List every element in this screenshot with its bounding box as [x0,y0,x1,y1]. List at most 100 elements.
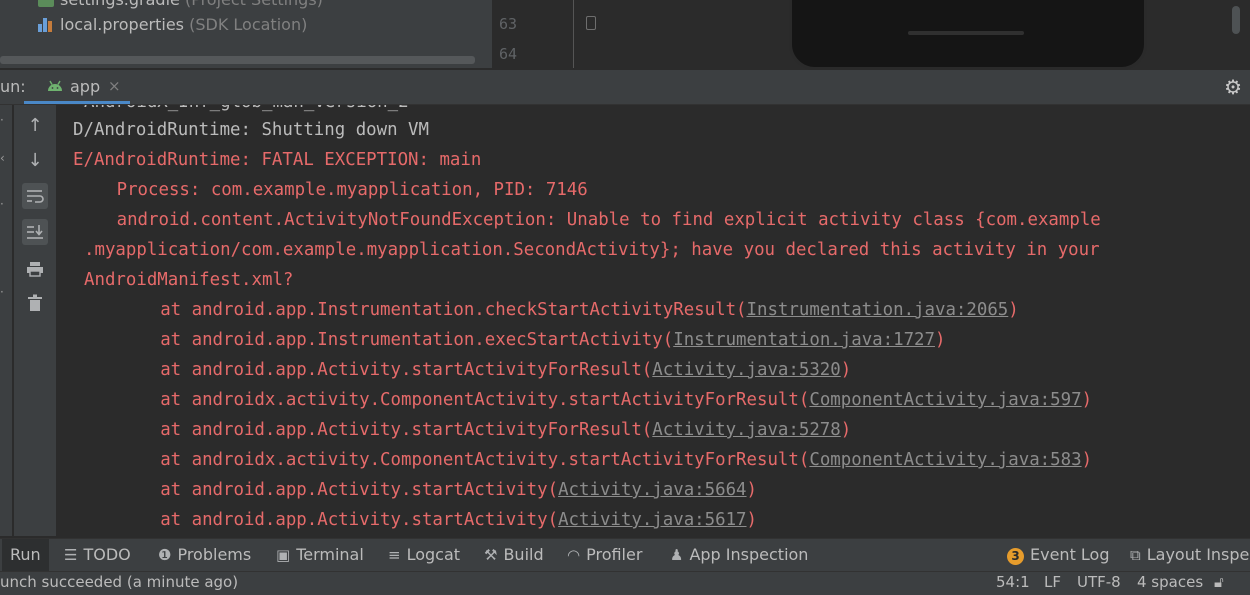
fold-marker-icon[interactable] [586,16,596,30]
line-number: 63 [499,15,518,33]
tree-item-local-properties[interactable]: local.properties (SDK Location) [38,13,307,37]
tool-tab-label: Layout Inspec [1146,545,1250,564]
stack-trace-line: at android.app.Instrumentation.execStart… [160,325,945,355]
file-encoding[interactable]: UTF-8 [1077,573,1121,591]
stack-trace-line: at android.app.Activity.startActivity(Ac… [160,475,757,505]
tool-tab-label: Logcat [406,545,461,564]
console-line: E/AndroidRuntime: FATAL EXCEPTION: main [73,145,481,175]
info-icon: ❶ [158,546,172,564]
tool-tab-profiler[interactable]: ◠ Profiler [567,539,642,571]
strip-mark-icon[interactable]: ‹ [0,151,7,167]
source-link[interactable]: ComponentActivity.java:597 [809,390,1081,410]
project-tree: settings.gradle (Project Settings) local… [0,0,492,68]
source-link[interactable]: Activity.java:5664 [558,480,746,500]
console-text: at android.app.Activity.startActivity( [160,480,559,500]
console-text: E/AndroidRuntime: FATAL EXCEPTION: main [73,150,482,170]
tool-tab-label: Event Log [1030,545,1110,564]
tab-app-label: app [70,77,101,96]
source-link[interactable]: Instrumentation.java:2065 [747,300,1009,320]
editor-pane[interactable]: 63 64 [493,0,1250,70]
scroll-to-end-icon[interactable] [22,219,48,245]
tool-tab-build[interactable]: ⚒ Build [484,539,544,571]
inspection-icon: ♟ [670,546,684,564]
tool-tab-label: Profiler [586,545,643,564]
device-speaker [908,31,1024,35]
strip-mark-icon[interactable]: · [0,285,7,301]
tool-window-bar: Run ☰ TODO ❶ Problems ▣ Terminal ≡ Logcat ⚒ B… [0,538,1250,571]
terminal-icon: ▣ [276,546,291,564]
tree-item-name: settings.gradle [60,0,180,9]
tree-item-settings-gradle[interactable]: settings.gradle (Project Settings) [38,0,323,12]
console-text: at android.app.Instrumentation.execStart… [160,330,674,350]
strip-mark-icon[interactable]: · [0,197,7,213]
tab-app[interactable]: app × [24,70,130,104]
tool-tab-label: Build [503,545,544,564]
soft-wrap-icon[interactable] [22,183,48,209]
indent-setting[interactable]: 4 spaces [1137,573,1203,591]
console-line: .myapplication/com.example.myapplication… [84,235,1100,265]
tool-tab-label: TODO [83,545,131,564]
close-icon[interactable]: × [108,77,121,95]
console-text: ) [746,510,758,530]
lock-icon[interactable]: 🔓︎ [1214,573,1224,591]
console-text: ) [1081,390,1093,410]
run-label: un: [0,77,26,96]
source-link[interactable]: Instrumentation.java:1727 [673,330,935,350]
properties-file-icon [38,16,54,32]
tool-tab-label: Problems [177,545,252,564]
hammer-icon: ⚒ [484,546,498,564]
console-line: D/AndroidRuntime: Shutting down VM [73,115,429,145]
gear-icon[interactable]: ⚙ [1224,75,1242,99]
console-output[interactable]: AndroidX_Inf_glob_man_version_2 D/Androi… [58,105,1250,536]
tree-item-name: local.properties [60,15,185,34]
line-separator[interactable]: LF [1044,573,1061,591]
logcat-icon: ≡ [388,546,401,564]
console-text: Process: com.example.myapplication, PID:… [116,180,588,200]
horizontal-scrollbar[interactable] [0,56,475,64]
vertical-scrollbar[interactable] [1232,6,1240,34]
tool-tab-label: App Inspection [689,545,809,564]
tool-tab-terminal[interactable]: ▣ Terminal [276,539,364,571]
side-strip: · ‹ · · [0,105,12,536]
stack-trace-line: at android.app.Activity.startActivityFor… [160,355,851,385]
console-text: ) [840,360,852,380]
source-link[interactable]: Activity.java:5320 [652,360,840,380]
console-text: at android.app.Instrumentation.checkStar… [160,300,747,320]
tool-tab-logcat[interactable]: ≡ Logcat [388,539,460,571]
status-message[interactable]: unch succeeded (a minute ago) [0,573,238,591]
console-text: at android.app.Activity.startActivityFor… [160,360,653,380]
source-link[interactable]: ComponentActivity.java:583 [809,450,1081,470]
tool-tab-problems[interactable]: ❶ Problems [158,539,251,571]
strip-mark-icon[interactable]: · [0,113,7,129]
console-text: AndroidManifest.xml? [84,270,294,290]
console-text: android.content.ActivityNotFoundExceptio… [116,210,1101,230]
console-text: ) [746,480,758,500]
line-number: 64 [499,45,518,63]
tool-tab-layout-inspector[interactable]: ⧉ Layout Inspec [1130,539,1250,571]
caret-position[interactable]: 54:1 [996,573,1030,591]
console-text: ) [1081,450,1093,470]
tool-tab-event-log[interactable]: 3 Event Log [1007,539,1110,571]
arrow-up-icon[interactable]: ↑ [22,113,48,139]
gradle-file-icon [38,0,54,7]
tool-tab-todo[interactable]: ☰ TODO [64,539,131,571]
tree-item-hint: (Project Settings) [185,0,323,9]
arrow-down-icon[interactable]: ↓ [22,148,48,174]
source-link[interactable]: Activity.java:5617 [558,510,746,530]
event-count-badge: 3 [1007,548,1024,565]
trash-icon[interactable] [22,290,48,316]
tool-tab-label: Run [10,545,41,564]
print-icon[interactable] [22,256,48,282]
console-text: .myapplication/com.example.myapplication… [84,240,1100,260]
tool-tab-app-inspection[interactable]: ♟ App Inspection [670,539,808,571]
source-link[interactable]: Activity.java:5278 [652,420,840,440]
console-text: at androidx.activity.ComponentActivity.s… [160,450,810,470]
gutter-divider [573,0,574,68]
stack-trace-line: at android.app.Activity.startActivity(Ac… [160,505,757,535]
tool-tab-run[interactable]: Run [2,539,49,571]
console-text: ) [935,330,946,350]
layout-inspector-icon: ⧉ [1130,546,1141,564]
stack-trace-line: at android.app.Activity.startActivityFor… [160,415,851,445]
run-tool-window-header: un: app × ⚙ [0,70,1250,105]
stack-trace-line: at androidx.activity.ComponentActivity.s… [160,445,1092,475]
